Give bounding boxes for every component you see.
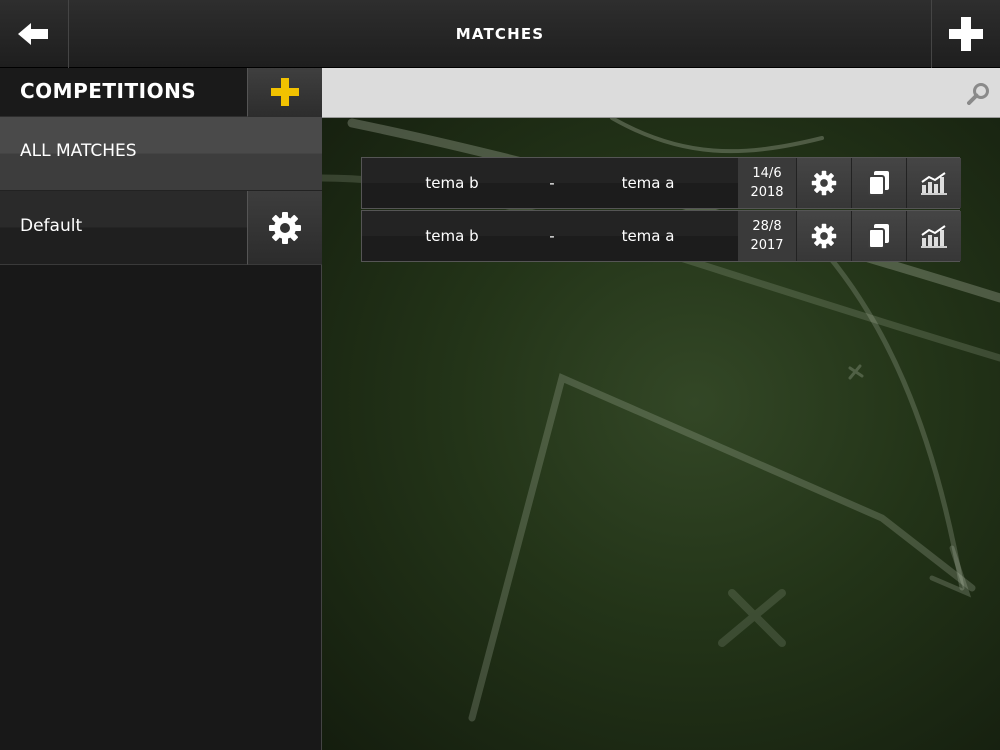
match-settings-button[interactable] [796,211,851,261]
copy-icon [868,224,889,249]
match-date-day: 28/8 [752,219,782,234]
match-row: tema b - tema a 28/8 2017 [361,210,961,262]
add-match-button[interactable] [931,0,1000,68]
match-copy-button[interactable] [851,158,906,208]
stats-chart-icon [921,225,947,248]
sidebar-item-default[interactable]: Default [0,191,247,265]
arrow-left-icon [18,23,48,45]
home-team: tema b [425,174,479,192]
match-date: 14/6 2018 [738,158,796,208]
match-date-day: 14/6 [752,166,782,181]
team-separator: - [549,174,555,192]
default-settings-button[interactable] [247,191,322,265]
sidebar-item-label: ALL MATCHES [20,141,137,161]
copy-icon [868,171,889,196]
away-team: tema a [621,174,675,192]
sidebar-item-label: Default [20,216,83,236]
page-title: MATCHES [455,25,545,43]
match-copy-button[interactable] [851,211,906,261]
match-row: tema b - tema a 14/6 2018 [361,157,961,209]
match-date-year: 2017 [750,238,784,253]
match-teams[interactable]: tema b - tema a [362,211,738,261]
top-bar: MATCHES [0,0,1000,68]
home-team: tema b [425,227,479,245]
match-settings-button[interactable] [796,158,851,208]
gear-icon [811,170,837,196]
team-separator: - [549,227,555,245]
plus-icon [271,78,299,106]
plus-icon [949,17,983,51]
match-teams[interactable]: tema b - tema a [362,158,738,208]
competitions-header: COMPETITIONS [0,68,247,117]
search-input[interactable] [332,78,952,108]
search-icon[interactable] [967,81,991,105]
back-button[interactable] [0,0,69,68]
competitions-title: COMPETITIONS [20,79,197,103]
sidebar-item-all-matches[interactable]: ALL MATCHES [0,117,322,191]
match-date: 28/8 2017 [738,211,796,261]
sidebar: COMPETITIONS ALL MATCHES Default [0,68,322,750]
gear-icon [269,211,301,244]
add-competition-button[interactable] [247,68,322,117]
stats-chart-icon [921,172,947,195]
match-stats-button[interactable] [906,211,961,261]
gear-icon [811,223,837,249]
match-date-year: 2018 [750,185,784,200]
match-stats-button[interactable] [906,158,961,208]
search-bar [322,68,1000,118]
away-team: tema a [621,227,675,245]
